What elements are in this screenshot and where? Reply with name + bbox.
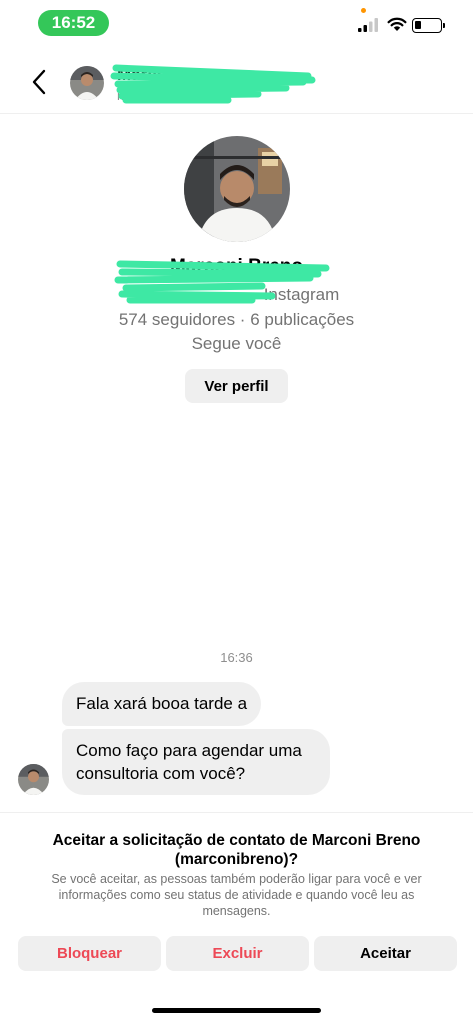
back-button[interactable]	[24, 64, 54, 100]
header-avatar[interactable]	[70, 66, 104, 100]
header-name: Marconi Breno	[117, 65, 237, 84]
header-username: marconibreno	[117, 88, 197, 103]
accept-button[interactable]: Aceitar	[314, 936, 457, 971]
view-profile-button[interactable]: Ver perfil	[185, 369, 288, 403]
battery-icon	[412, 18, 445, 33]
message-bubble[interactable]: Fala xará booa tarde a	[62, 682, 262, 726]
message-timestamp: 16:36	[220, 650, 253, 665]
profile-avatar[interactable]	[184, 136, 290, 242]
message-bubble[interactable]: Como faço para agendar uma consultoria c…	[62, 729, 330, 795]
avatar-photo	[18, 764, 49, 795]
home-indicator[interactable]	[152, 1008, 321, 1013]
status-time: 16:52	[38, 10, 109, 36]
signal-icon	[358, 18, 378, 32]
profile-stats: 574 seguidores · 6 publicações	[118, 310, 355, 329]
status-bar: 16:52	[0, 0, 473, 48]
profile-name: Marconi Breno	[169, 256, 304, 277]
privacy-indicator-dot	[361, 8, 366, 13]
profile-subtitle-platform: Instagram	[263, 285, 340, 304]
avatar-photo	[70, 66, 104, 100]
chat-header: Marconi Breno marconibreno	[0, 52, 473, 114]
wifi-icon	[387, 17, 407, 31]
profile-subtitle: Instagram	[0, 285, 473, 305]
message-request-panel: Aceitar a solicitação de contato de Marc…	[0, 812, 473, 1024]
follows-you-label: Segue você	[191, 334, 282, 353]
request-title: Aceitar a solicitação de contato de Marc…	[52, 832, 421, 868]
profile-photo	[184, 136, 290, 242]
delete-button[interactable]: Excluir	[166, 936, 309, 971]
sender-avatar[interactable]	[18, 764, 49, 795]
block-button[interactable]: Bloquear	[18, 936, 161, 971]
request-description: Se você aceitar, as pessoas também poder…	[51, 872, 422, 918]
chevron-left-icon	[32, 69, 46, 95]
